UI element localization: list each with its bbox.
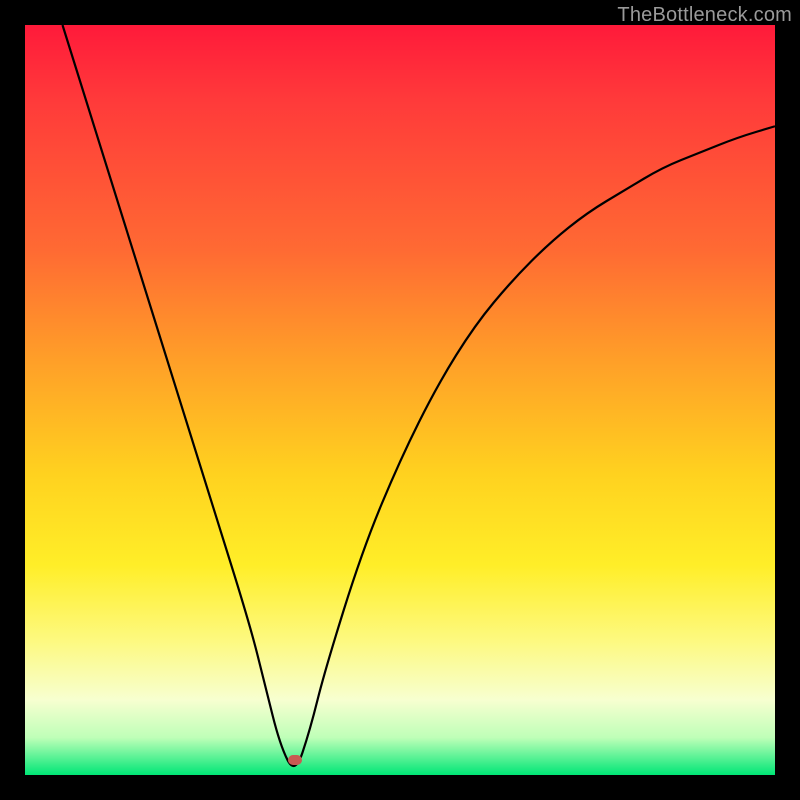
chart-frame: TheBottleneck.com [0, 0, 800, 800]
plot-area [25, 25, 775, 775]
optimal-point-marker [288, 755, 302, 765]
curve-svg [25, 25, 775, 775]
bottleneck-curve-path [63, 25, 776, 766]
watermark-label: TheBottleneck.com [617, 4, 792, 27]
